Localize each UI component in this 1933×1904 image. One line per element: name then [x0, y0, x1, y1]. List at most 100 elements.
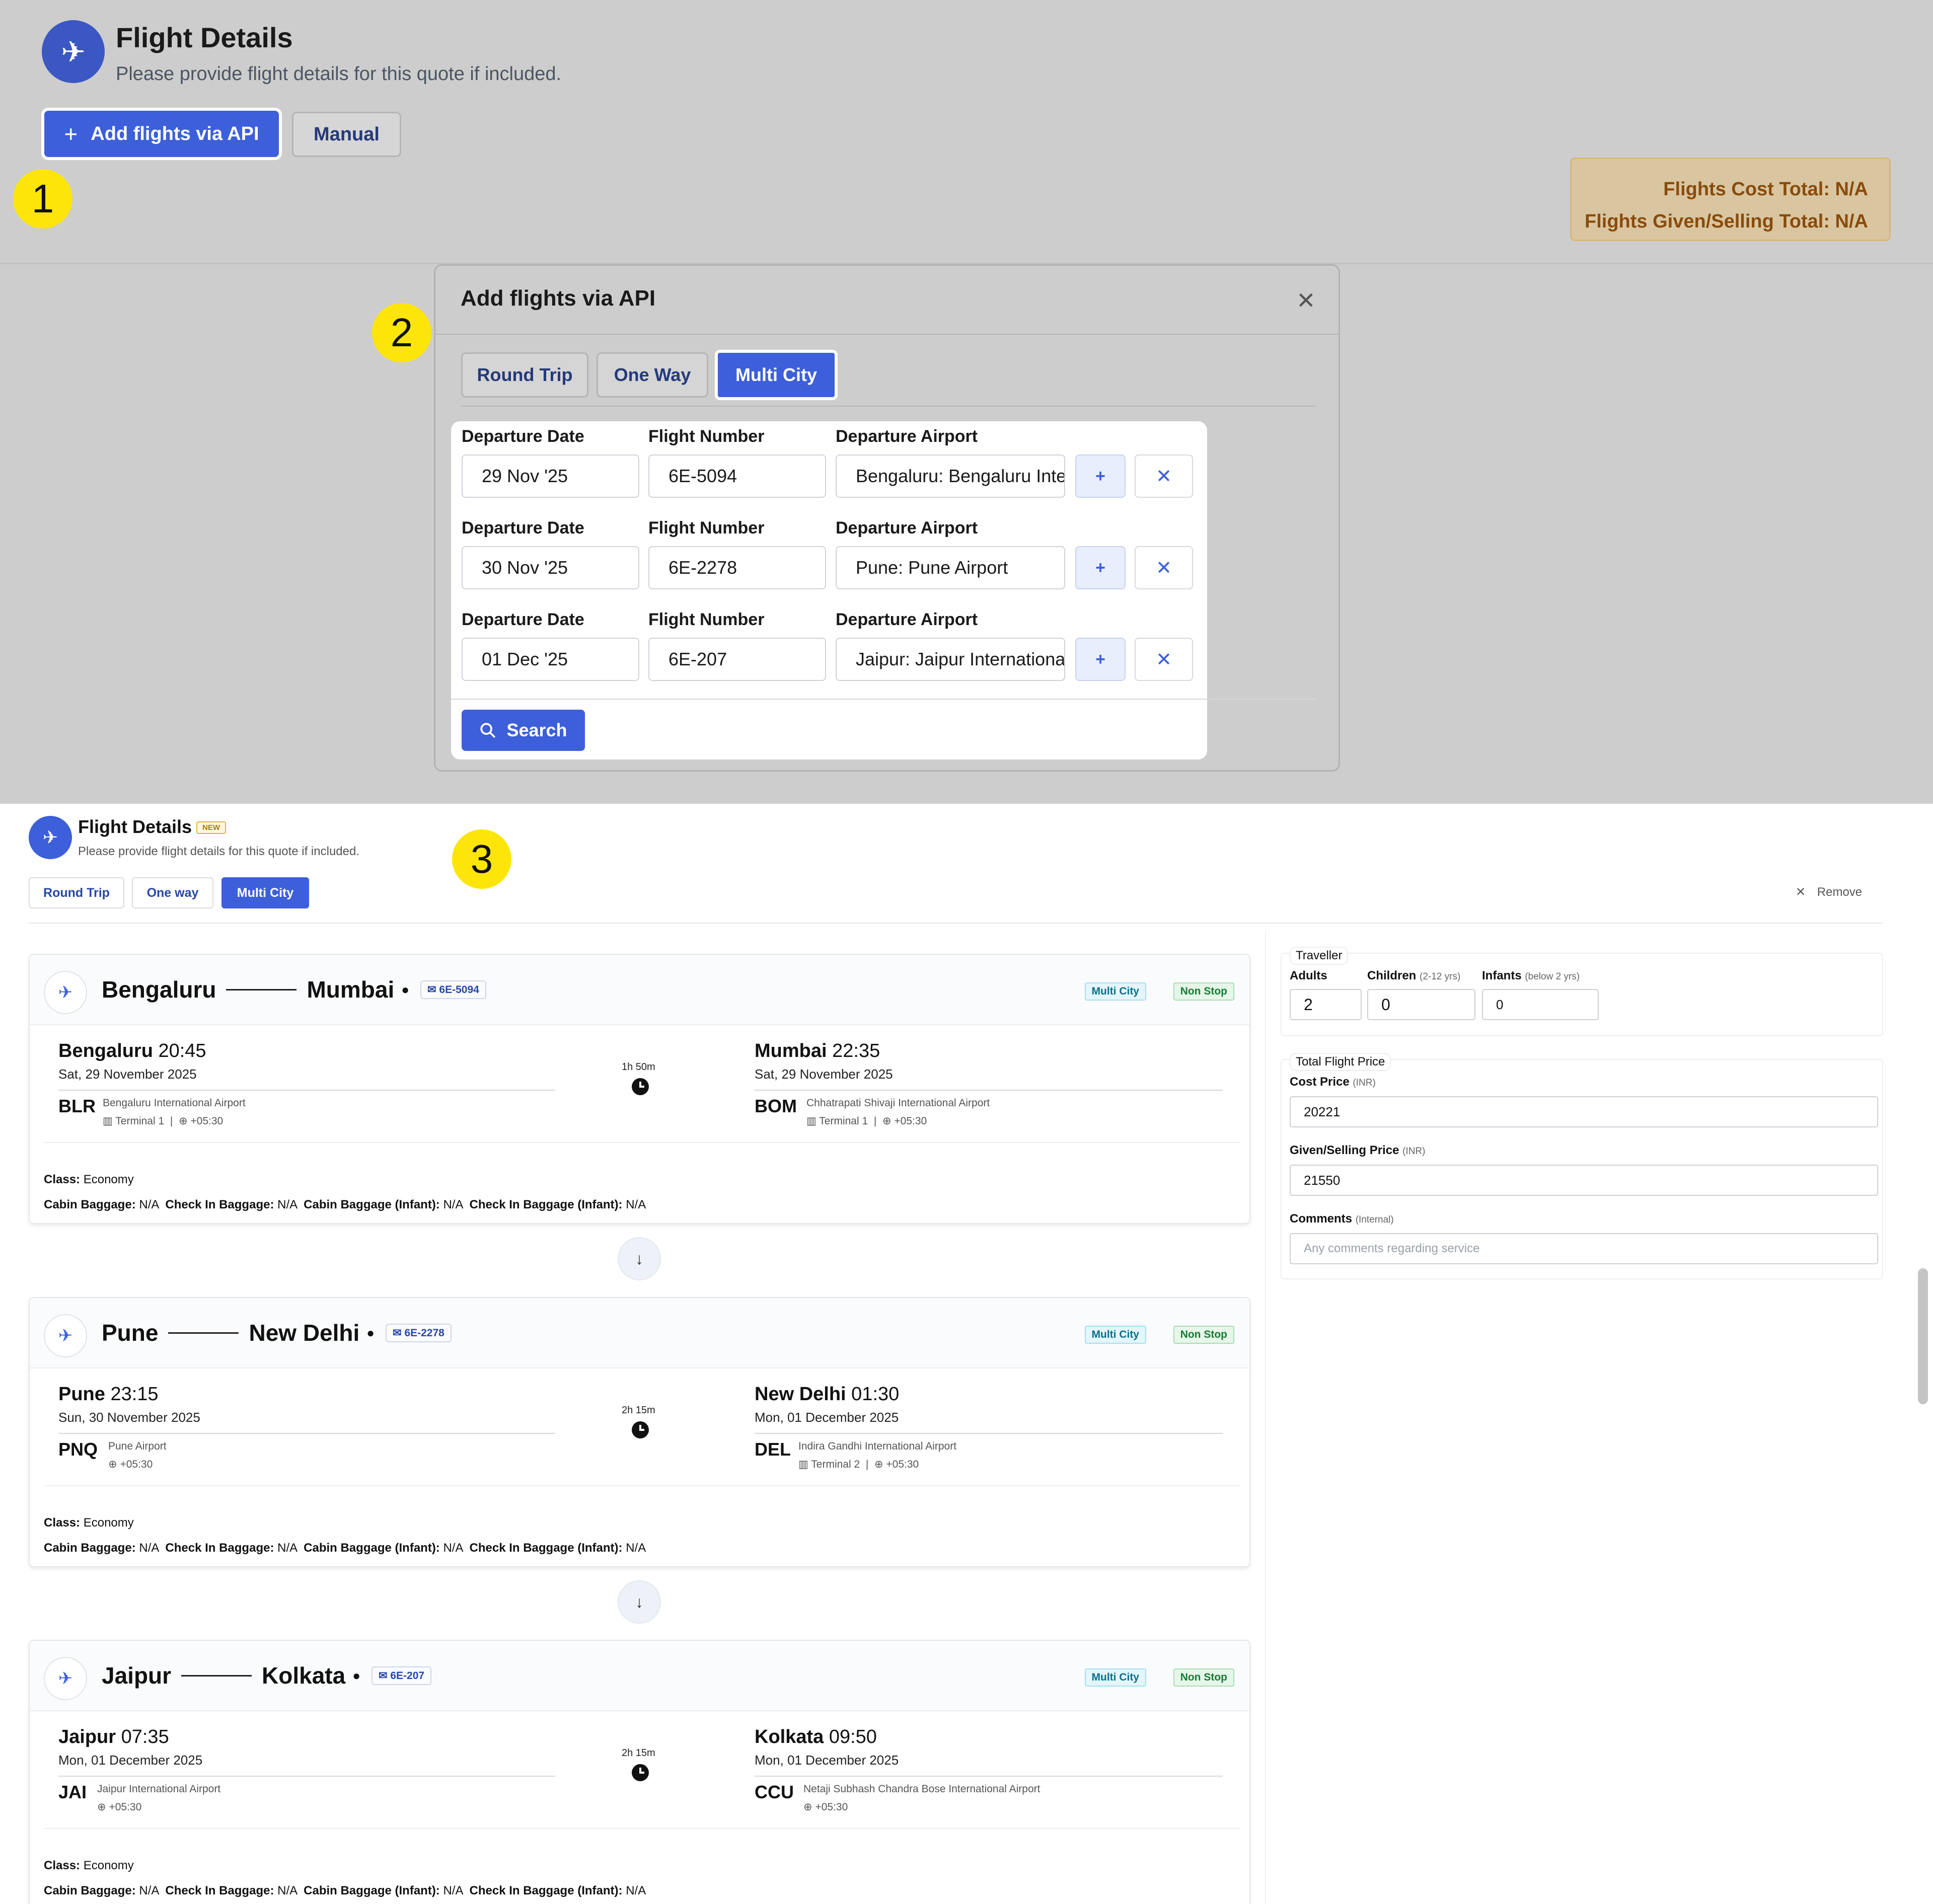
non-stop-badge: Non Stop — [1173, 1668, 1234, 1687]
add-row-button[interactable]: + — [1075, 546, 1126, 589]
departure-date-label: Departure Date — [462, 610, 584, 629]
departure-airport-label: Departure Airport — [836, 610, 978, 629]
flight-number-input[interactable]: 6E-207 — [648, 638, 826, 681]
class-label: Class: — [44, 1173, 81, 1186]
checkin-baggage-value: N/A — [277, 1541, 297, 1555]
departure-timezone: +05:30 — [190, 1115, 224, 1127]
comments-input[interactable]: Any comments regarding service — [1290, 1233, 1878, 1264]
scrollbar[interactable] — [1918, 1268, 1928, 1404]
price-legend: Total Flight Price — [1290, 1053, 1391, 1071]
baggage-info: Cabin Baggage: N/A Check In Baggage: N/A… — [44, 1198, 646, 1212]
manual-button[interactable]: Manual — [292, 112, 401, 157]
origin-city: Pune — [102, 1320, 159, 1346]
infants-input[interactable]: 0 — [1482, 989, 1599, 1020]
multi-city-badge: Multi City — [1084, 982, 1146, 1001]
divider — [755, 1776, 1223, 1777]
arrival-city-time: Kolkata 09:50 — [755, 1726, 877, 1748]
departure-time: 23:15 — [110, 1384, 159, 1405]
departure-airport: Bengaluru International Airport — [103, 1097, 246, 1109]
infants-label-text: Infants — [1482, 969, 1522, 982]
departure-date-input[interactable]: 01 Dec '25 — [462, 638, 639, 681]
plane-icon: ✈ — [44, 1314, 87, 1357]
selling-price-input[interactable]: 21550 — [1290, 1165, 1878, 1196]
tab-round-trip[interactable]: Round Trip — [29, 877, 124, 908]
search-button[interactable]: Search — [462, 710, 585, 751]
divider — [58, 1090, 555, 1091]
flights-cost-total: Flights Cost Total: N/A — [1663, 179, 1868, 200]
departure-city: Bengaluru — [58, 1040, 153, 1061]
close-icon[interactable]: ✕ — [1296, 287, 1316, 314]
departure-airport-input[interactable]: Bengaluru: Bengaluru International Airpo… — [836, 454, 1065, 498]
tab-one-way[interactable]: One Way — [597, 352, 708, 398]
selling-price-note: (INR) — [1402, 1146, 1426, 1157]
tab-multi-city[interactable]: Multi City — [715, 350, 838, 400]
checkin-infant-value: N/A — [626, 1198, 646, 1211]
cost-price-note: (INR) — [1353, 1078, 1376, 1088]
building-icon: ▥ — [103, 1115, 116, 1127]
cabin-baggage-label: Cabin Baggage: — [44, 1884, 136, 1897]
arrival-date: Mon, 01 December 2025 — [755, 1410, 899, 1425]
step-badge-2: 2 — [372, 303, 431, 362]
flight-route: Jaipur Kolkata ● ✉ 6E-207 — [102, 1662, 432, 1689]
departure-code: JAI — [58, 1782, 87, 1802]
destination-city: New Delhi — [249, 1320, 360, 1346]
arrival-terminal: Terminal 2 — [811, 1459, 860, 1470]
add-row-button[interactable]: + — [1075, 454, 1126, 498]
flight-number-input[interactable]: 6E-2278 — [648, 546, 826, 589]
tab-one-way[interactable]: One way — [132, 877, 213, 908]
infants-label: Infants (below 2 yrs) — [1482, 969, 1580, 983]
dot-icon: ● — [366, 1325, 375, 1340]
flight-card-header: ✈ Bengaluru Mumbai ● ✉ 6E-5094 Multi Cit… — [30, 955, 1249, 1025]
children-label: Children (2-12 yrs) — [1367, 969, 1460, 983]
cabin-infant-value: N/A — [443, 1884, 463, 1897]
departure-airport-input[interactable]: Jaipur: Jaipur International Airport — [836, 638, 1065, 681]
divider — [44, 1485, 1240, 1486]
remove-button[interactable]: ✕ Remove — [1796, 885, 1862, 899]
ticket-icon: ✉ — [378, 1669, 391, 1682]
cabin-infant-label: Cabin Baggage (Infant): — [304, 1541, 440, 1555]
flight-number-input[interactable]: 6E-5094 — [648, 454, 826, 498]
departure-code: BLR — [58, 1096, 96, 1116]
class-label: Class: — [44, 1516, 81, 1530]
cost-price-input[interactable]: 20221 — [1290, 1096, 1878, 1127]
departure-meta: ⊕ +05:30 — [108, 1458, 153, 1471]
divider — [435, 334, 1339, 335]
plus-icon: + — [64, 121, 78, 147]
remove-row-button[interactable]: ✕ — [1135, 546, 1193, 589]
flight-card: ✈ Bengaluru Mumbai ● ✉ 6E-5094 Multi Cit… — [29, 954, 1250, 1224]
cabin-infant-value: N/A — [443, 1198, 463, 1211]
arrival-meta: ▥ Terminal 2 | ⊕ +05:30 — [798, 1459, 919, 1470]
plane-icon: ✈ — [42, 20, 105, 83]
route-line — [168, 1332, 239, 1334]
arrival-city: Mumbai — [755, 1040, 827, 1061]
class-value: Economy — [83, 1173, 134, 1186]
departure-timezone: +05:30 — [120, 1459, 153, 1470]
checkin-infant-value: N/A — [626, 1884, 646, 1897]
departure-date-input[interactable]: 30 Nov '25 — [462, 546, 639, 589]
departure-date-input[interactable]: 29 Nov '25 — [462, 454, 639, 498]
close-icon: ✕ — [1796, 885, 1806, 899]
add-row-button[interactable]: + — [1075, 638, 1126, 681]
cabin-baggage-value: N/A — [139, 1541, 159, 1555]
class-info: Class: Economy — [44, 1173, 134, 1187]
cost-price-label: Cost Price (INR) — [1290, 1075, 1376, 1089]
flight-duration: 2h 15m — [622, 1405, 655, 1416]
adults-input[interactable]: 2 — [1290, 989, 1362, 1020]
ticket-icon: ✉ — [427, 983, 439, 996]
tab-round-trip[interactable]: Round Trip — [461, 352, 588, 398]
departure-airport-input[interactable]: Pune: Pune Airport — [836, 546, 1065, 589]
children-note: (2-12 yrs) — [1420, 971, 1461, 982]
checkin-baggage-label: Check In Baggage: — [165, 1884, 274, 1897]
remove-row-button[interactable]: ✕ — [1135, 638, 1193, 681]
add-flights-api-button[interactable]: + Add flights via API — [41, 108, 282, 160]
clock-icon — [632, 1764, 649, 1781]
arrival-city-time: New Delhi 01:30 — [755, 1384, 899, 1405]
tab-multi-city[interactable]: Multi City — [221, 877, 309, 908]
arrow-down-icon: ↓ — [618, 1580, 661, 1624]
new-badge: NEW — [196, 821, 226, 834]
remove-row-button[interactable]: ✕ — [1135, 454, 1193, 498]
departure-date-label: Departure Date — [462, 518, 584, 538]
children-input[interactable]: 0 — [1367, 989, 1475, 1020]
cabin-baggage-value: N/A — [139, 1884, 159, 1897]
destination-city: Kolkata — [262, 1662, 346, 1689]
